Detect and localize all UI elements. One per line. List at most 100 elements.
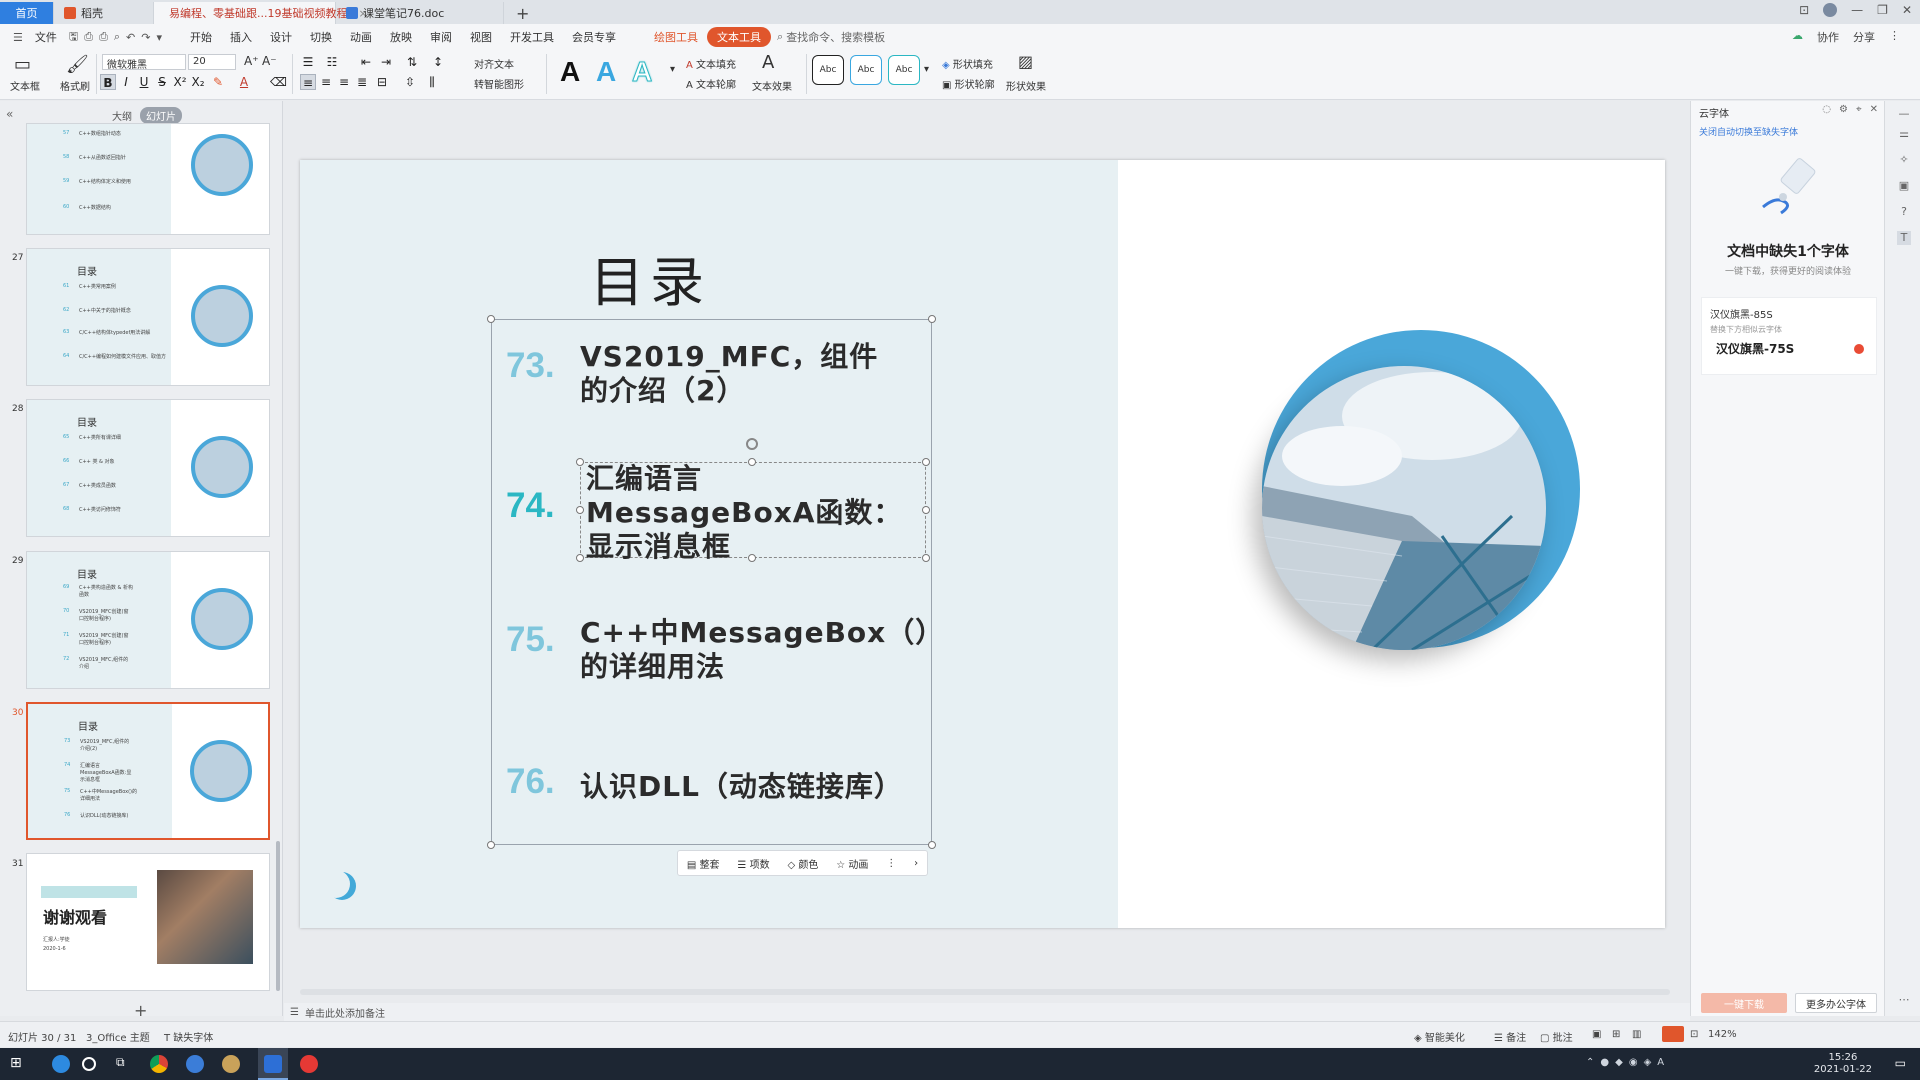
save-icon[interactable]: 🖫 [66,28,81,47]
toc-item-75[interactable]: C++中MessageBox（） 的详细用法 [580,616,944,684]
font-name-select[interactable]: 微软雅黑 [102,54,186,71]
help-icon[interactable]: ◌ [1822,104,1831,115]
app-v-icon[interactable] [52,1055,70,1073]
missing-font-status[interactable]: T 缺失字体 [164,1029,213,1044]
normal-view-icon[interactable]: ▣ [1592,1029,1601,1040]
resize-handle[interactable] [576,554,584,562]
shield-icon[interactable]: ◈ [1644,1057,1652,1068]
properties-icon[interactable]: ⚌ [1897,127,1911,141]
download-badge-icon[interactable] [1854,344,1864,354]
text-outline-button[interactable]: A 文本轮廓 [686,76,736,91]
suggested-font[interactable]: 汉仪旗黑-75S [1716,340,1794,357]
smart-beautify-button[interactable]: ◈ 智能美化 [1414,1029,1465,1044]
shape-style-1[interactable]: Abc [812,55,844,85]
layout-icon[interactable]: ⊡ [1799,3,1809,17]
shape-style-2[interactable]: Abc [850,55,882,85]
subscript-icon[interactable]: X₂ [190,74,206,90]
slide-thumbnail-29[interactable]: 目录 69 C++类构造函数 & 析构函数 70 VS2019_MFC创建(窗口… [26,551,270,689]
customize-icon[interactable]: ▾ [153,31,165,44]
browser-icon[interactable] [186,1055,204,1073]
notification-icon[interactable]: ▭ [1895,1056,1906,1070]
slide[interactable]: 目录 73. VS2019_MFC，组件 的介绍（2） 74. 汇编语言 Mes… [300,160,1665,928]
distribute-icon[interactable]: ⊟ [374,74,390,90]
floating-whole-set[interactable]: ▤ 整套 [687,856,720,871]
eraser-icon[interactable]: ⌫ [270,74,287,90]
slide-thumbnail-28[interactable]: 目录 65 C++类所有课详细 66 C++ 类 & 对象 67 C++类成员函… [26,399,270,537]
rotate-handle[interactable] [746,438,758,450]
close-icon[interactable]: ✕ [1870,104,1878,115]
command-search[interactable]: ⌕ 查找命令、搜索模板 [777,29,885,45]
tab-home[interactable]: 首页 [0,2,54,24]
menu-view[interactable]: 视图 [461,29,501,45]
theme-name[interactable]: 3_Office 主题 [86,1029,150,1044]
tab-slides[interactable]: 幻灯片 [140,107,182,124]
slide-thumbnail-26[interactable]: 57 C++数组指针动态 58 C++从函数返回指针 59 C++结构体定义和使… [26,123,270,235]
horizontal-scrollbar[interactable] [300,989,1670,995]
tab-outline[interactable]: 大纲 [106,107,138,124]
text-style-outline[interactable]: A [631,56,652,88]
avatar[interactable] [1823,3,1838,17]
tab-presentation[interactable]: 易编程、零基础跟...19基础视频教程 × [154,2,368,24]
resize-handle[interactable] [922,554,930,562]
fit-icon[interactable]: ⊡ [1690,1029,1698,1040]
collab-button[interactable]: 协作 [1817,29,1839,45]
chevron-right-icon[interactable]: › [914,858,918,869]
chevron-up-icon[interactable]: ⌃ [1586,1057,1594,1068]
font-icon[interactable]: T [1897,231,1911,245]
menu-home[interactable]: 开始 [181,29,221,45]
animation-icon[interactable]: ✧ [1897,153,1911,167]
zoom-level[interactable]: 142% [1708,1029,1737,1040]
task-view-icon[interactable]: ⧉ [116,1055,134,1073]
collapse-icon[interactable]: « [6,107,13,121]
gear-icon[interactable]: ⚙ [1839,104,1848,115]
panel-title[interactable]: 云字体 [1699,105,1729,120]
recorder-icon[interactable] [300,1055,318,1073]
indent-increase-icon[interactable]: ⇥ [378,54,394,70]
sort-icon[interactable]: ↕ [430,54,446,70]
bullets-icon[interactable]: ☰ [300,54,316,70]
tab-docer[interactable]: 稻壳 [54,2,154,24]
volume-icon[interactable]: ◉ [1629,1057,1638,1068]
print-icon[interactable]: ⎙ [96,30,111,44]
align-left-icon[interactable]: ≡ [300,74,316,90]
menu-developer[interactable]: 开发工具 [501,29,563,45]
new-tab-button[interactable]: + [504,2,541,24]
font-size-select[interactable]: 20 [188,54,236,70]
slide-thumbnail-30[interactable]: 目录 73 VS2019_MFC,组件的介绍(2) 74 汇编语言Message… [26,702,270,840]
play-slideshow-button[interactable] [1662,1026,1684,1042]
resize-handle[interactable] [487,841,495,849]
resize-handle[interactable] [576,458,584,466]
slide-thumbnail-27[interactable]: 目录 61 C++类常用案例 62 C++中关于的指针概念 63 C/C++结构… [26,248,270,386]
menu-file[interactable]: 文件 [26,29,66,45]
clock[interactable]: 15:26 2021-01-22 [1814,1052,1872,1076]
ime-icon[interactable]: A [1657,1057,1664,1068]
minimize-icon[interactable]: — [1851,3,1863,17]
italic-icon[interactable]: I [118,74,134,90]
share-button[interactable]: 分享 [1853,29,1875,45]
textbox-button[interactable]: 文本框 [10,78,40,93]
line-spacing-icon[interactable]: ⇳ [402,74,418,90]
template-icon[interactable]: ▣ [1897,179,1911,193]
hero-building-photo[interactable] [1262,366,1546,650]
text-direction-icon[interactable]: ⇅ [404,54,420,70]
comments-toggle[interactable]: ▢ 批注 [1540,1029,1573,1044]
auto-switch-link[interactable]: 关闭自动切换至缺失字体 [1699,125,1798,138]
strikethrough-icon[interactable]: S [154,74,170,90]
more-icon[interactable]: ⋮ [1889,29,1900,45]
menu-slideshow[interactable]: 放映 [381,29,421,45]
format-painter-button[interactable]: 格式刷 [60,78,90,93]
slide-title[interactable]: 目录 [590,238,710,317]
font-color-icon[interactable]: A [236,74,252,90]
align-center-icon[interactable]: ≡ [318,74,334,90]
justify-icon[interactable]: ≣ [354,74,370,90]
slide-thumbnail-31[interactable]: 谢谢观看 汇报人:学徒 2020-1-6 [26,853,270,991]
numbering-icon[interactable]: ☷ [324,54,340,70]
superscript-icon[interactable]: X² [172,74,188,90]
restore-icon[interactable]: ❐ [1877,3,1888,17]
indent-decrease-icon[interactable]: ⇤ [358,54,374,70]
shape-outline-button[interactable]: ▣ 形状轮廓 [942,76,995,91]
text-style-black[interactable]: A [560,56,580,88]
styles-more-icon[interactable]: ▾ [670,64,675,75]
cloud-sync-icon[interactable]: ☁ [1792,29,1803,45]
scroll-up-icon[interactable]: — [1897,107,1911,121]
